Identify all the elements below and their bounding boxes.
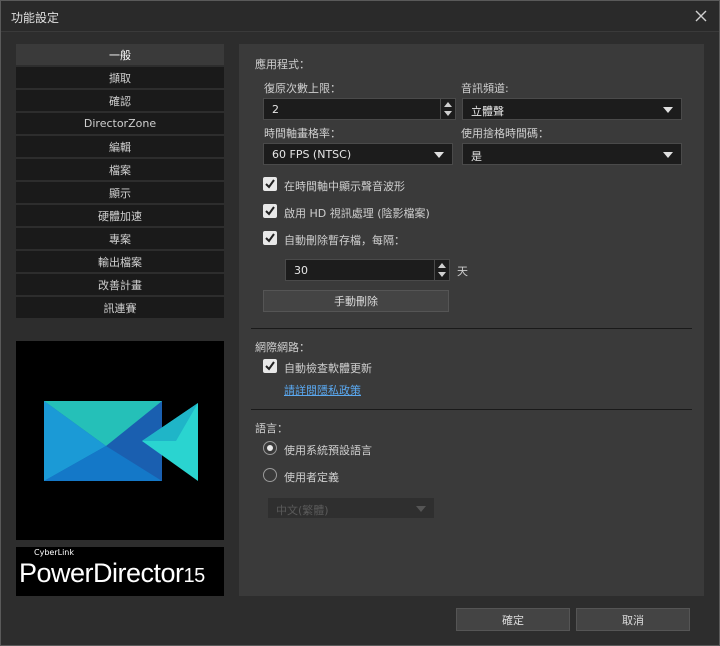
sidebar-item-improvement-program[interactable]: 改善計畫: [16, 274, 224, 295]
days-spin-icon[interactable]: [434, 260, 449, 280]
audio-channel-label: 音訊頻道:: [461, 82, 509, 95]
language-section-label: 語言：: [255, 422, 288, 435]
sidebar-item-capture[interactable]: 擷取: [16, 67, 224, 88]
chevron-down-icon: [416, 506, 426, 512]
sidebar-item-confirmation[interactable]: 確認: [16, 90, 224, 111]
internet-section-label: 網際網路：: [255, 341, 310, 354]
sidebar-item-produce[interactable]: 輸出檔案: [16, 251, 224, 272]
hd-processing-checkbox[interactable]: [263, 204, 277, 218]
ok-button[interactable]: 確定: [456, 608, 570, 631]
brand-company: CyberLink: [34, 548, 74, 557]
waveform-label: 在時間軸中顯示聲音波形: [284, 180, 405, 193]
chevron-down-icon: [434, 152, 444, 158]
fps-label: 時間軸畫格率：: [264, 127, 341, 140]
manual-delete-button[interactable]: 手動刪除: [263, 290, 449, 312]
dropframe-select[interactable]: 是: [462, 143, 682, 165]
undo-value: 2: [272, 103, 279, 116]
divider: [251, 409, 692, 410]
dropframe-label: 使用捨格時間碼：: [461, 127, 549, 140]
sidebar-item-file[interactable]: 檔案: [16, 159, 224, 180]
brand-product-name: PowerDirector: [19, 558, 184, 588]
waveform-checkbox[interactable]: [263, 177, 277, 191]
chevron-down-icon: [663, 152, 673, 158]
brand-version: 15: [183, 565, 206, 587]
chevron-down-icon: [663, 107, 673, 113]
dropframe-value: 是: [471, 150, 482, 163]
hd-processing-label: 啟用 HD 視訊處理 (陰影檔案): [284, 207, 430, 220]
powerdirector-logo: [16, 341, 224, 540]
language-select: 中文(繁體): [267, 497, 435, 519]
window-title: 功能設定: [11, 11, 60, 25]
days-unit: 天: [457, 265, 468, 278]
autodelete-label: 自動刪除暫存檔，每隔：: [284, 234, 405, 247]
undo-stepper[interactable]: 2: [263, 98, 456, 120]
sidebar-item-project[interactable]: 專案: [16, 228, 224, 249]
cancel-button[interactable]: 取消: [576, 608, 690, 631]
title-bar: 功能設定: [1, 1, 719, 32]
user-defined-radio[interactable]: [263, 468, 277, 482]
sidebar-item-cyberlink[interactable]: 訊連賽: [16, 297, 224, 318]
divider: [251, 328, 692, 329]
close-icon[interactable]: [691, 6, 711, 26]
days-stepper[interactable]: 30: [285, 259, 450, 281]
sidebar-item-editing[interactable]: 編輯: [16, 136, 224, 157]
sidebar: 一般 擷取 確認 DirectorZone 編輯 檔案 顯示 硬體加速 專案 輸…: [16, 44, 224, 320]
language-value: 中文(繁體): [276, 504, 329, 517]
audio-channel-value: 立體聲: [471, 105, 504, 118]
update-label: 自動檢查軟體更新: [284, 362, 372, 375]
autodelete-checkbox[interactable]: [263, 231, 277, 245]
update-checkbox[interactable]: [263, 359, 277, 373]
fps-value: 60 FPS (NTSC): [272, 148, 352, 161]
system-language-label: 使用系統預設語言: [284, 444, 372, 457]
audio-channel-select[interactable]: 立體聲: [462, 98, 682, 120]
brand-product: PowerDirector15: [19, 558, 205, 589]
sidebar-item-hardware-acceleration[interactable]: 硬體加速: [16, 205, 224, 226]
days-value: 30: [294, 264, 308, 277]
brand-banner: CyberLink PowerDirector15: [16, 547, 224, 596]
sidebar-item-display[interactable]: 顯示: [16, 182, 224, 203]
sidebar-item-general[interactable]: 一般: [16, 44, 224, 65]
undo-label: 復原次數上限：: [264, 82, 341, 95]
user-defined-label: 使用者定義: [284, 471, 339, 484]
sidebar-item-directorzone[interactable]: DirectorZone: [16, 113, 224, 134]
application-section-label: 應用程式：: [255, 58, 310, 71]
fps-select[interactable]: 60 FPS (NTSC): [263, 143, 453, 165]
system-language-radio[interactable]: [263, 441, 277, 455]
privacy-policy-link[interactable]: 請詳閱隱私政策: [284, 382, 361, 398]
undo-spin-icon[interactable]: [440, 99, 455, 119]
